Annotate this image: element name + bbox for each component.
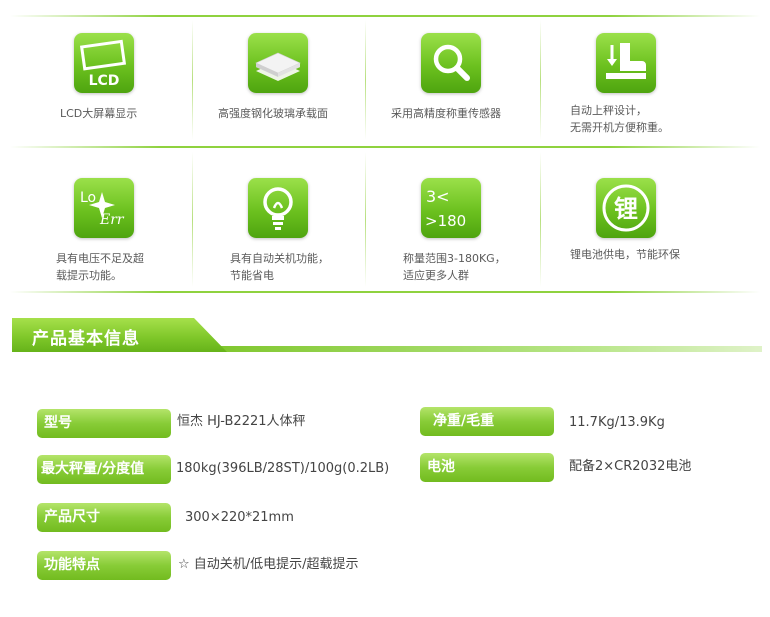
spec-label-capacity: 最大秤量/分度值 xyxy=(37,455,171,484)
lightbulb-icon xyxy=(248,178,308,238)
feature-caption: 称量范围3-180KG， 适应更多人群 xyxy=(403,250,506,284)
caption-line: 具有自动关机功能， xyxy=(230,252,329,265)
feature-caption: 高强度钢化玻璃承载面 xyxy=(218,105,328,122)
spec-value-functions: ☆ 自动关机/低电提示/超载提示 xyxy=(178,557,359,572)
caption-line: 锂电池供电，节能环保 xyxy=(570,248,680,261)
spec-label-functions: 功能特点 xyxy=(37,551,171,580)
feature-caption: 具有电压不足及超 载提示功能。 xyxy=(56,250,144,284)
range-icon: 3< >180 xyxy=(421,178,481,238)
spec-value-weight: 11.7Kg/13.9Kg xyxy=(569,415,665,430)
lithium-glyph: 锂 xyxy=(614,195,638,223)
lcd-icon: LCD xyxy=(74,33,134,93)
lo-err-icon: Lo Err xyxy=(74,178,134,238)
feature-caption: 具有自动关机功能， 节能省电 xyxy=(230,250,329,284)
divider xyxy=(192,152,193,287)
caption-line: 称量范围3-180KG， xyxy=(403,252,506,265)
spec-label-size: 产品尺寸 xyxy=(37,503,171,532)
spec-value-model: 恒杰 HJ-B2221人体秤 xyxy=(177,414,306,429)
caption-line: 节能省电 xyxy=(230,269,274,282)
feature-caption: 锂电池供电，节能环保 xyxy=(570,246,680,263)
caption-line: 具有电压不足及超 xyxy=(56,252,144,265)
divider xyxy=(540,20,541,140)
divider xyxy=(192,20,193,140)
feature-grid: LCD LCD大屏幕显示 高强度钢化玻璃承载面 采用高精度称重传感器 自动上秤设… xyxy=(0,0,770,300)
caption-line: 适应更多人群 xyxy=(403,269,469,282)
lcd-icon-text: LCD xyxy=(89,73,120,89)
caption-line: 自动上秤设计， xyxy=(570,104,647,117)
banner-bar xyxy=(192,346,762,352)
caption-line: LCD大屏幕显示 xyxy=(60,107,138,120)
spec-value-capacity: 180kg(396LB/28ST)/100g(0.2LB) xyxy=(176,461,390,476)
feature-caption: 自动上秤设计， 无需开机方便称重。 xyxy=(570,102,669,136)
spec-value-size: 300×220*21mm xyxy=(185,510,294,525)
spec-label-model: 型号 xyxy=(37,409,171,438)
divider xyxy=(10,15,760,17)
caption-line: 无需开机方便称重。 xyxy=(570,121,669,134)
step-on-icon xyxy=(596,33,656,93)
section-banner: 产品基本信息 xyxy=(12,318,762,358)
magnifier-icon xyxy=(421,33,481,93)
lithium-icon: 锂 xyxy=(596,178,656,238)
feature-caption: 采用高精度称重传感器 xyxy=(391,105,501,122)
glass-panel-icon xyxy=(248,33,308,93)
divider xyxy=(10,291,760,293)
divider xyxy=(365,152,366,287)
range-min-text: 3< xyxy=(426,187,450,206)
caption-line: 高强度钢化玻璃承载面 xyxy=(218,107,328,120)
spec-label-weight: 净重/毛重 xyxy=(420,407,554,436)
section-title: 产品基本信息 xyxy=(32,329,140,349)
spec-value-battery: 配备2×CR2032电池 xyxy=(569,459,692,474)
feature-caption: LCD大屏幕显示 xyxy=(60,105,137,122)
range-max-text: >180 xyxy=(425,212,466,230)
divider xyxy=(365,20,366,140)
caption-line: 采用高精度称重传感器 xyxy=(391,107,501,120)
divider xyxy=(10,146,760,148)
spec-label-battery: 电池 xyxy=(420,453,554,482)
caption-line: 载提示功能。 xyxy=(56,269,122,282)
divider xyxy=(540,152,541,287)
